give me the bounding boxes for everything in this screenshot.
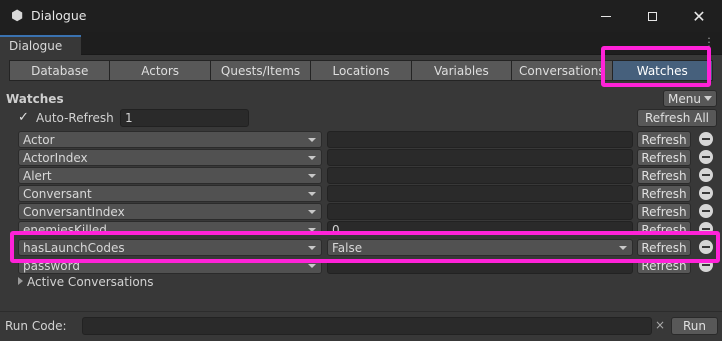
chevron-down-icon: [308, 156, 316, 160]
tab-variables[interactable]: Variables: [410, 60, 513, 81]
tab-conversations[interactable]: Conversations: [511, 60, 613, 81]
minimize-icon[interactable]: [583, 0, 629, 32]
watch-refresh-button[interactable]: Refresh: [637, 167, 691, 184]
unity-cube-icon: ⬢: [11, 8, 24, 24]
watch-value-field[interactable]: [327, 185, 633, 202]
refresh-all-button[interactable]: Refresh All: [637, 109, 717, 127]
watch-value-field[interactable]: [327, 131, 633, 148]
tab-quests-items[interactable]: Quests/Items: [209, 60, 312, 81]
window-title: Dialogue: [31, 8, 87, 23]
active-conversations-foldout[interactable]: Active Conversations: [18, 275, 154, 289]
watch-variable-name: Alert: [23, 169, 52, 183]
watch-variable-name: ActorIndex: [23, 151, 88, 165]
watch-variable-dropdown[interactable]: Conversant: [18, 185, 322, 202]
auto-refresh-label: Auto-Refresh: [36, 111, 114, 125]
watch-value-field[interactable]: [327, 203, 633, 220]
chevron-down-icon: [308, 192, 316, 196]
remove-watch-icon[interactable]: [699, 204, 713, 218]
chevron-down-icon: [308, 264, 316, 268]
menu-dropdown-label: Menu: [668, 91, 701, 106]
chevron-down-icon: [308, 174, 316, 178]
run-code-input[interactable]: [82, 317, 652, 335]
watch-variable-name: Actor: [23, 133, 55, 147]
divider: [0, 311, 722, 312]
chevron-down-icon: [308, 210, 316, 214]
tab-locations[interactable]: Locations: [310, 60, 412, 81]
watch-refresh-button[interactable]: Refresh: [637, 203, 691, 220]
watch-variable-dropdown[interactable]: Alert: [18, 167, 322, 184]
menu-dropdown[interactable]: Menu: [663, 90, 717, 107]
watch-variable-name: Conversant: [23, 187, 92, 201]
watch-variable-dropdown[interactable]: ActorIndex: [18, 149, 322, 166]
watch-variable-name: ConversantIndex: [23, 205, 125, 219]
watch-refresh-button[interactable]: Refresh: [637, 149, 691, 166]
run-button[interactable]: Run: [671, 317, 718, 335]
highlight-box-watch-row: [10, 231, 720, 263]
auto-refresh-checkbox[interactable]: ✓: [18, 111, 32, 125]
remove-watch-icon[interactable]: [699, 168, 713, 182]
watch-variable-dropdown[interactable]: Actor: [18, 131, 322, 148]
tab-actors[interactable]: Actors: [109, 60, 211, 81]
watch-value-field[interactable]: [327, 149, 633, 166]
chevron-down-icon: [704, 96, 712, 101]
run-code-label: Run Code:: [5, 319, 67, 333]
close-icon[interactable]: ✕: [676, 0, 722, 32]
auto-refresh-interval-input[interactable]: 1: [120, 109, 249, 127]
remove-watch-icon[interactable]: [699, 150, 713, 164]
active-conversations-label: Active Conversations: [27, 275, 154, 289]
watch-refresh-button[interactable]: Refresh: [637, 131, 691, 148]
dock-tab-dialogue[interactable]: Dialogue: [0, 35, 81, 55]
foldout-arrow-icon: [18, 277, 23, 285]
watch-value-field[interactable]: [327, 167, 633, 184]
chevron-down-icon: [308, 138, 316, 142]
maximize-icon[interactable]: [629, 0, 675, 32]
remove-watch-icon[interactable]: [699, 186, 713, 200]
watch-variable-dropdown[interactable]: ConversantIndex: [18, 203, 322, 220]
remove-watch-icon[interactable]: [699, 132, 713, 146]
section-heading: Watches: [6, 92, 64, 106]
highlight-box-watches-tab: [601, 46, 711, 87]
tab-database[interactable]: Database: [9, 60, 111, 81]
clear-icon[interactable]: ×: [655, 318, 665, 332]
watch-refresh-button[interactable]: Refresh: [637, 185, 691, 202]
